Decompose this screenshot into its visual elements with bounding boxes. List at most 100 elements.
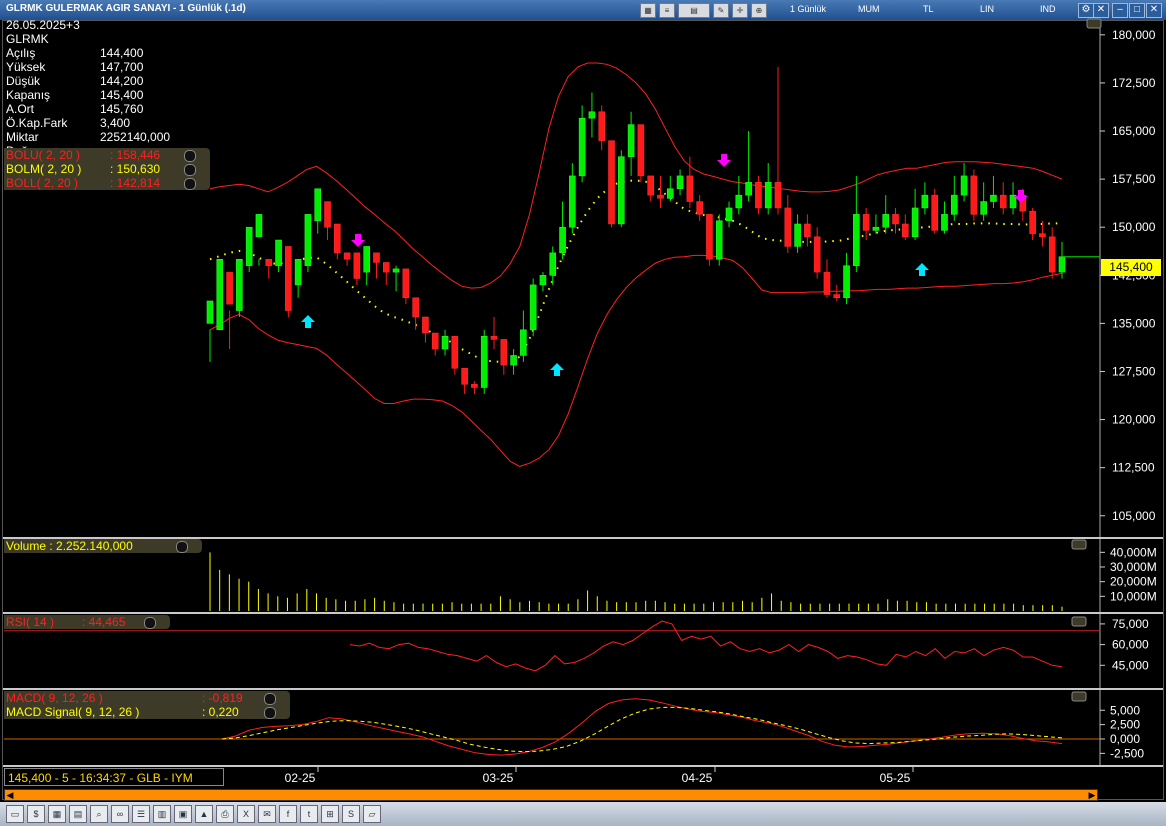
candle-body <box>735 194 743 209</box>
facebook-icon[interactable]: f <box>279 805 297 823</box>
macd-tick-label: 2,500 <box>1110 718 1140 732</box>
price-tick-label: 120,000 <box>1112 413 1156 427</box>
candle-body <box>265 259 273 266</box>
database-icon[interactable]: ▥ <box>153 805 171 823</box>
candle-body <box>255 214 263 238</box>
candle-body <box>892 214 899 225</box>
candle-body <box>500 339 508 366</box>
folder-open-icon[interactable]: ▱ <box>363 805 381 823</box>
candle-body <box>931 194 938 231</box>
time-tick-label: 04-25 <box>682 771 713 785</box>
price-tick-label: 135,000 <box>1112 316 1156 330</box>
candle-body <box>422 316 429 334</box>
open-label: Açılış <box>6 46 36 60</box>
volume-tick-label: 10,000M <box>1110 589 1157 603</box>
time-scrollbar[interactable]: ◀ ▶ <box>4 789 1098 801</box>
candle-body <box>872 226 880 231</box>
scroll-left-icon[interactable]: ◀ <box>5 790 15 800</box>
quote-date: 26.05.2025+3 <box>6 18 80 32</box>
candle-body <box>608 140 615 225</box>
rsi-tick-label: 45,000 <box>1112 658 1149 672</box>
rsi-toggle-icon[interactable] <box>144 617 156 629</box>
bolu-value: : 158,446 <box>110 148 161 162</box>
quote-symbol: GLRMK <box>6 32 49 46</box>
candle-body <box>1039 233 1046 238</box>
candle-body <box>950 194 958 215</box>
mail-icon[interactable]: ✉ <box>258 805 276 823</box>
price-tick-label: 105,000 <box>1112 509 1156 523</box>
twitter-icon[interactable]: t <box>300 805 318 823</box>
macd-signal-toggle-icon[interactable] <box>264 707 276 719</box>
volume-legend: Volume : 2.252.140,000 <box>4 539 202 553</box>
candle-body <box>657 194 664 199</box>
macd-panel-divider[interactable] <box>3 688 1163 690</box>
candle-body <box>598 111 606 141</box>
price-tick-label: 180,000 <box>1112 28 1156 42</box>
bollinger-legend: BOLU( 2, 20 ): 158,446 BOLM( 2, 20 ): 15… <box>4 148 210 190</box>
windows-icon[interactable]: ⊞ <box>321 805 339 823</box>
candle-body <box>813 236 821 273</box>
bolm-label: BOLM( 2, 20 ) <box>6 162 82 176</box>
candle-body <box>588 111 596 119</box>
candle-body <box>999 194 1007 209</box>
price-tick-label: 112,500 <box>1112 461 1155 475</box>
candle-body <box>490 335 498 340</box>
candle-body <box>343 252 351 260</box>
grid-icon[interactable]: ▤ <box>69 805 87 823</box>
candle-body <box>431 332 439 350</box>
folder-icon[interactable]: ▭ <box>6 805 24 823</box>
candle-body <box>784 207 792 247</box>
news-icon[interactable]: ▣ <box>174 805 192 823</box>
candle-body <box>980 201 987 215</box>
price-tick-label: 165,000 <box>1112 124 1156 138</box>
price-tick-label: 172,500 <box>1112 76 1156 90</box>
candle-body <box>647 175 654 196</box>
boll-toggle-icon[interactable] <box>184 178 196 190</box>
ranking-icon[interactable]: ☰ <box>132 805 150 823</box>
link-icon[interactable]: ∞ <box>111 805 129 823</box>
candle-body <box>755 182 762 209</box>
time-tick-label: 03-25 <box>483 771 514 785</box>
bottom-toolbar: ▭ $ ▦ ▤ ⌕ ∞ ☰ ▥ ▣ ▲ ⎙ X ✉ f t ⊞ S ▱ <box>0 802 1166 826</box>
excel-icon[interactable]: X <box>237 805 255 823</box>
volume-toggle-icon[interactable] <box>176 541 188 553</box>
price-tick-label: 150,000 <box>1112 220 1156 234</box>
candle-body <box>334 223 341 254</box>
print-icon[interactable]: ⎙ <box>216 805 234 823</box>
scroll-right-icon[interactable]: ▶ <box>1087 790 1097 800</box>
time-tick-label: 05-25 <box>880 771 911 785</box>
buy-signal-icon <box>301 315 315 328</box>
status-readout: 145,400 - 5 - 16:34:37 - GLB - IYM <box>4 768 224 786</box>
candle-body <box>324 201 331 228</box>
candle-body <box>549 252 557 276</box>
rsi-panel-divider[interactable] <box>3 612 1163 614</box>
candle-body <box>510 355 517 366</box>
money-icon[interactable]: $ <box>27 805 45 823</box>
prev-close-diff-label: Ö.Kap.Fark <box>6 116 68 130</box>
candle-body <box>480 335 488 388</box>
high-value: 147,700 <box>100 60 144 74</box>
calculator-icon[interactable]: ▦ <box>48 805 66 823</box>
close-value: 145,400 <box>100 88 144 102</box>
bolm-toggle-icon[interactable] <box>184 164 196 176</box>
search-icon[interactable]: ⌕ <box>90 805 108 823</box>
macd-line <box>221 698 1063 756</box>
sell-signal-icon <box>351 234 365 247</box>
candle-body <box>382 262 390 273</box>
bolu-toggle-icon[interactable] <box>184 150 196 162</box>
quantity-value: 2252140,000 <box>100 130 171 144</box>
volume-label: Volume : 2.252.140,000 <box>6 539 133 553</box>
bolu-label: BOLU( 2, 20 ) <box>6 148 81 162</box>
candle-body <box>911 207 919 238</box>
candle-body <box>569 175 576 228</box>
candle-body <box>471 384 478 388</box>
candle-body <box>1058 256 1066 273</box>
macd-toggle-icon[interactable] <box>264 693 276 705</box>
chart-icon[interactable]: ▲ <box>195 805 213 823</box>
candle-body <box>529 284 537 331</box>
macd-signal-value: : 0,220 <box>202 705 239 719</box>
candle-body <box>794 223 801 247</box>
candle-body <box>392 268 400 273</box>
candle-body <box>823 271 831 295</box>
skype-icon[interactable]: S <box>342 805 360 823</box>
